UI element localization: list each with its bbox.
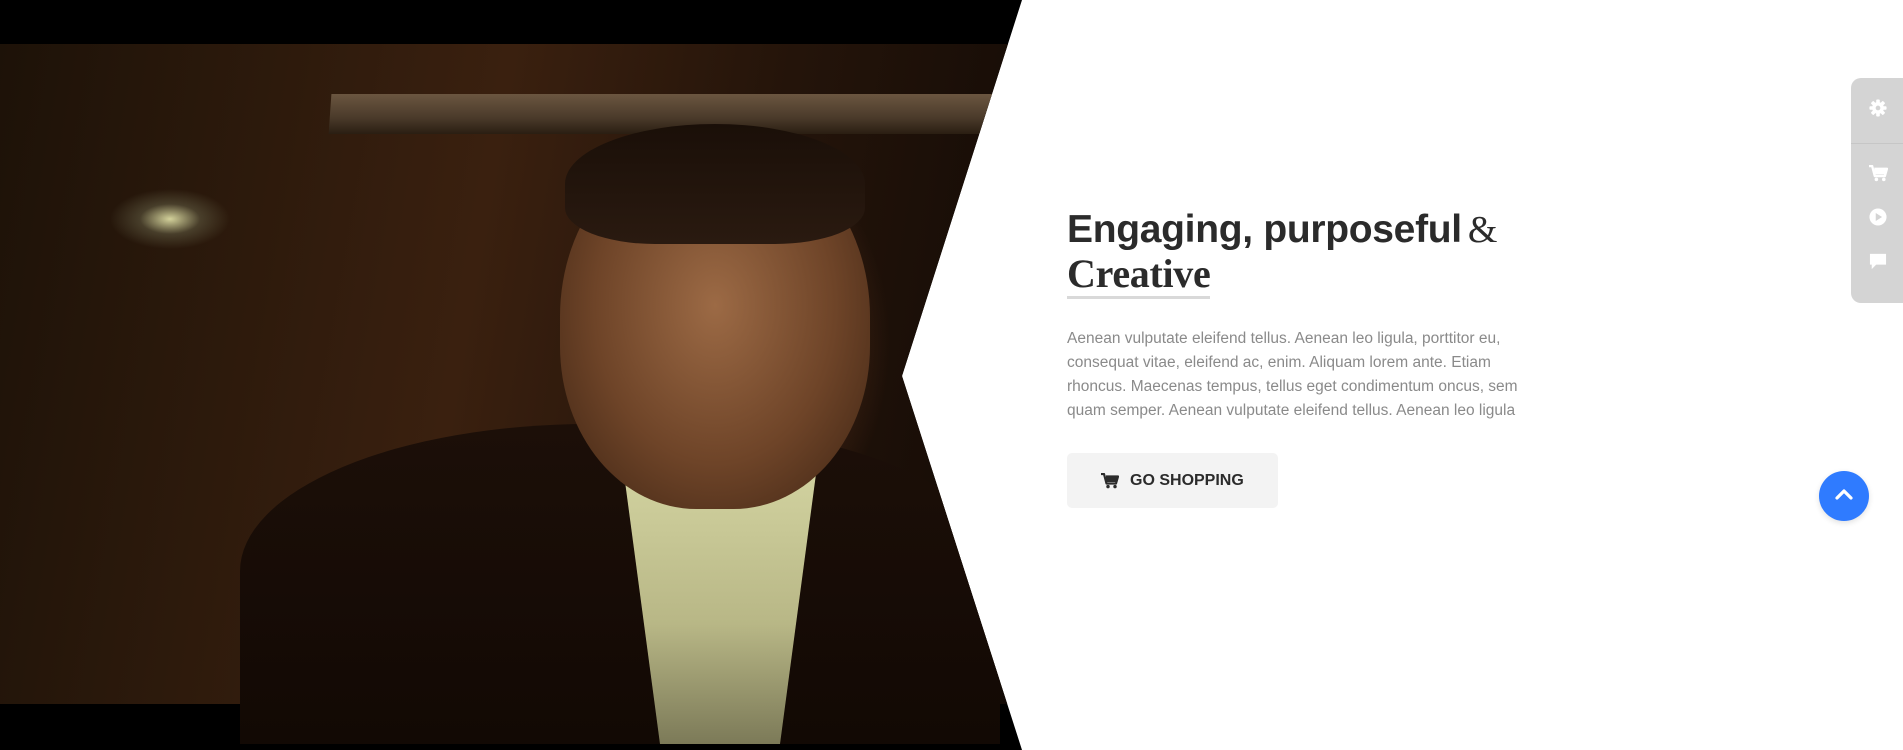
hero-video	[0, 0, 1022, 750]
hero-content: Engaging, purposeful & Creative Aenean vu…	[1067, 208, 1527, 508]
headline-main: Engaging, purposeful	[1067, 208, 1462, 251]
panel-divider	[1851, 143, 1903, 144]
cart-icon	[1101, 472, 1119, 489]
cart-icon[interactable]	[1868, 163, 1888, 183]
hero-description: Aenean vulputate eleifend tellus. Aenean…	[1067, 330, 1518, 419]
play-icon[interactable]	[1868, 207, 1888, 227]
hero-headline: Engaging, purposeful & Creative	[1067, 208, 1527, 299]
headline-ampersand: &	[1467, 209, 1498, 251]
go-shopping-label: GO SHOPPING	[1130, 471, 1244, 489]
side-tool-panel	[1851, 78, 1903, 303]
headline-accent: Creative	[1067, 252, 1211, 299]
comment-icon[interactable]	[1868, 251, 1888, 271]
page: Engaging, purposeful & Creative Aenean vu…	[0, 0, 1903, 750]
video-frame	[0, 44, 1022, 744]
person-hair	[565, 124, 865, 244]
gear-icon[interactable]	[1868, 98, 1888, 118]
back-to-top-button[interactable]	[1819, 471, 1869, 521]
go-shopping-button[interactable]: GO SHOPPING	[1067, 453, 1278, 508]
chevron-up-icon	[1835, 487, 1853, 505]
